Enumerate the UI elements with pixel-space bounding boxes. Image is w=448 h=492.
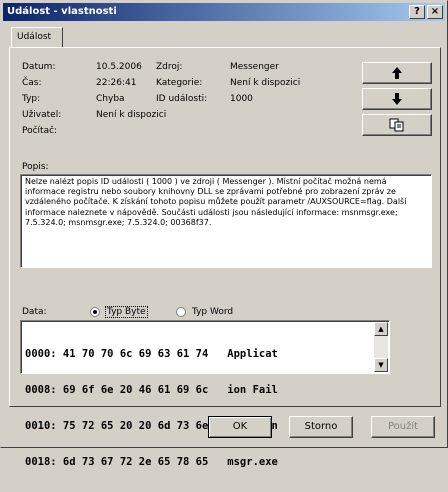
date-value: 10.5.2006 [96, 62, 142, 72]
radio-bytes-label[interactable]: Typ Byte [105, 306, 148, 318]
scroll-up-icon[interactable]: ▲ [374, 322, 388, 336]
date-label: Datum: [22, 62, 56, 72]
description-box[interactable]: Nelze nalézt popis ID události ( 1000 ) … [20, 174, 432, 268]
source-label: Zdroj: [156, 62, 183, 72]
arrow-down-icon [392, 93, 402, 105]
event-tab-panel: Datum: 10.5.2006 Čas: 22:26:41 Typ: Chyb… [9, 47, 441, 468]
hex-rows: 0000: 41 70 70 6c 69 63 61 74 Applicat 0… [25, 324, 278, 492]
category-label: Kategorie: [156, 78, 203, 88]
window-title: Událost - vlastnosti [7, 6, 117, 17]
computer-label: Počítač: [22, 126, 58, 136]
copy-button[interactable] [362, 114, 432, 136]
apply-button[interactable]: Použít [371, 416, 435, 438]
type-value: Chyba [96, 94, 125, 104]
ok-button[interactable]: OK [208, 416, 272, 438]
description-text: Nelze nalézt popis ID události ( 1000 ) … [25, 177, 407, 227]
radio-words[interactable] [176, 307, 186, 317]
user-value: Není k dispozici [96, 110, 167, 120]
tab-event[interactable]: Událost [11, 27, 63, 48]
user-label: Uživatel: [22, 110, 62, 120]
time-label: Čas: [22, 78, 42, 88]
help-button[interactable]: ? [409, 5, 425, 19]
data-hex-box[interactable]: 0000: 41 70 70 6c 69 63 61 74 Applicat 0… [20, 320, 390, 468]
hex-scrollbar[interactable]: ▲ ▼ [374, 322, 388, 372]
time-value: 22:26:41 [96, 78, 137, 88]
previous-event-button[interactable] [362, 62, 432, 84]
type-label: Typ: [22, 94, 41, 104]
event-id-value: 1000 [230, 94, 253, 104]
radio-words-label[interactable]: Typ Word [192, 307, 233, 317]
hex-row: 0008: 69 6f 6e 20 46 61 69 6c ion Fail [25, 384, 278, 396]
data-label: Data: [22, 307, 47, 317]
hex-row: 0018: 6d 73 67 72 2e 65 78 65 msgr.exe [25, 456, 278, 468]
hex-row: 0000: 41 70 70 6c 69 63 61 74 Applicat [25, 348, 278, 360]
next-event-button[interactable] [362, 88, 432, 110]
radio-bytes[interactable] [90, 307, 100, 317]
copy-icon [389, 118, 404, 132]
description-label: Popis: [22, 162, 49, 172]
arrow-up-icon [392, 67, 402, 79]
event-properties-window: Událost - vlastnosti ? × Událost Datum: … [0, 0, 448, 468]
tab-event-label: Událost [17, 32, 52, 42]
event-id-label: ID události: [156, 94, 208, 104]
scroll-down-icon[interactable]: ▼ [374, 358, 388, 372]
title-bar: Událost - vlastnosti [3, 3, 445, 21]
source-value: Messenger [230, 62, 279, 72]
close-button[interactable]: × [427, 5, 443, 19]
category-value: Není k dispozici [230, 78, 301, 88]
cancel-button[interactable]: Storno [289, 416, 353, 438]
